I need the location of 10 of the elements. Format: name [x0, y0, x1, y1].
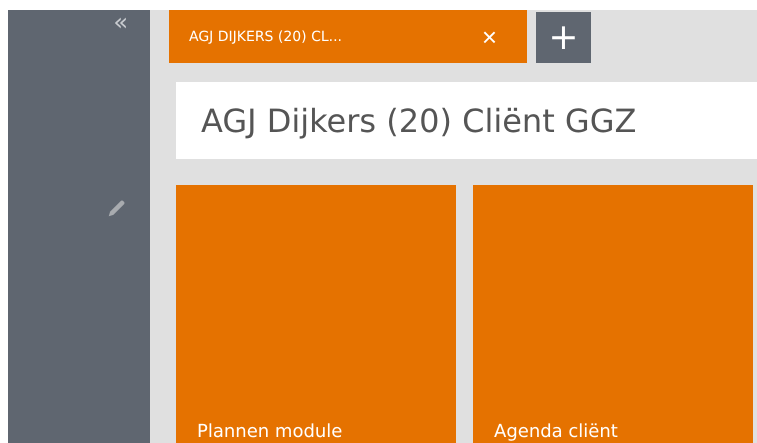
tile-label: Plannen module: [197, 421, 342, 443]
page-title: AGJ Dijkers (20) Cliënt GGZ: [201, 102, 636, 140]
collapse-button[interactable]: «: [113, 12, 128, 32]
add-tab-button[interactable]: +: [536, 12, 591, 63]
tile[interactable]: Plannen module: [176, 185, 456, 443]
tab[interactable]: AGJ DIJKERS (20) CL... ×: [169, 10, 527, 63]
tile-label: Agenda cliënt: [494, 421, 618, 443]
close-button[interactable]: ×: [482, 24, 497, 50]
tab-label: AGJ DIJKERS (20) CL...: [189, 28, 342, 44]
tile[interactable]: Agenda cliënt: [473, 185, 753, 443]
